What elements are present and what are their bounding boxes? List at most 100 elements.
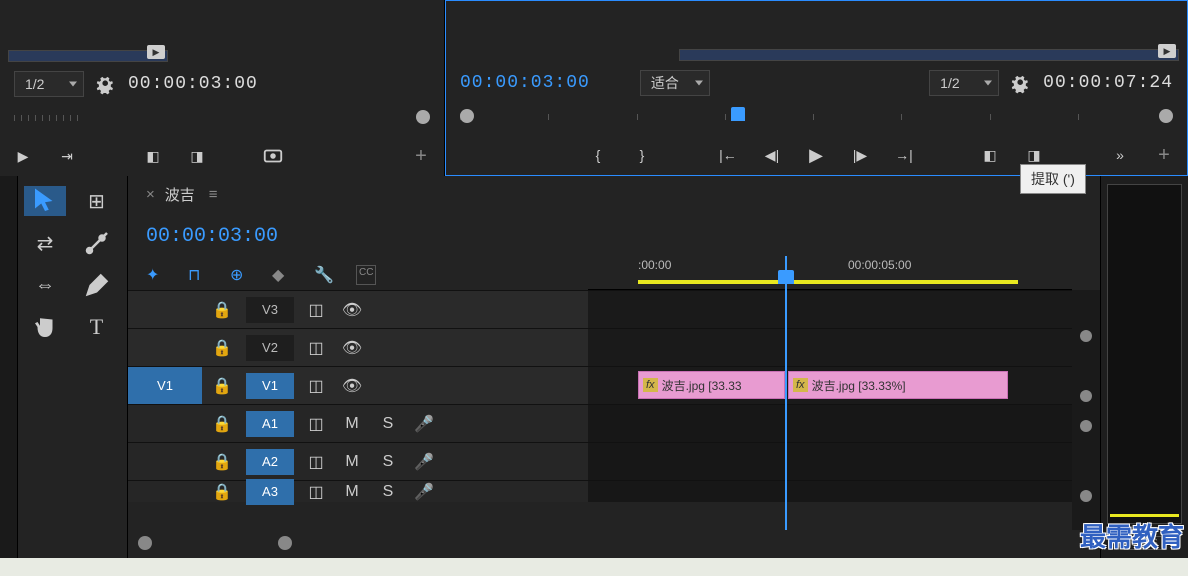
mark-in-icon[interactable]: ◧: [142, 145, 164, 167]
step-back-icon[interactable]: ◀|: [761, 144, 783, 166]
program-scrub-playhead[interactable]: [731, 107, 745, 121]
source-zoom-dropdown[interactable]: 1/2: [14, 71, 84, 97]
ruler-label: :00:00: [638, 258, 671, 272]
mark-in-icon[interactable]: {: [587, 144, 609, 166]
more-icon[interactable]: »: [1109, 144, 1131, 166]
voice-over-icon[interactable]: 🎤: [406, 452, 442, 472]
toggle-output-icon[interactable]: 👁: [334, 338, 370, 358]
mute-button[interactable]: M: [334, 415, 370, 433]
insert-icon[interactable]: ⇥: [56, 145, 78, 167]
vertical-scroll[interactable]: [1072, 290, 1100, 530]
sync-lock-icon[interactable]: ◫: [298, 338, 334, 358]
lock-icon[interactable]: 🔒: [202, 414, 242, 434]
scrub-knob-left[interactable]: [460, 109, 474, 123]
type-tool-icon[interactable]: T: [76, 312, 118, 342]
track-label-a3[interactable]: A3: [246, 479, 294, 505]
track-v1[interactable]: fx波吉.jpg [33.33 fx波吉.jpg [33.33%]: [588, 366, 1072, 404]
settings-icon[interactable]: 🔧: [314, 265, 334, 285]
ripple-tool-icon[interactable]: ⇄: [24, 228, 66, 258]
track-v3[interactable]: [588, 290, 1072, 328]
source-patch-v1[interactable]: V1: [128, 367, 202, 404]
go-in-icon[interactable]: |←: [717, 144, 739, 166]
track-label-v2[interactable]: V2: [246, 335, 294, 361]
step-fwd-icon[interactable]: |▶: [849, 144, 871, 166]
lock-icon[interactable]: 🔒: [202, 482, 242, 502]
add-button-icon[interactable]: +: [410, 145, 432, 167]
export-frame-icon[interactable]: [262, 145, 284, 167]
settings-icon[interactable]: [94, 72, 118, 96]
toggle-output-icon[interactable]: 👁: [334, 300, 370, 320]
track-headers: 🔒 V3 ◫ 👁 🔒 V2 ◫ 👁 V1 🔒: [128, 290, 588, 530]
hand-tool-icon[interactable]: [24, 312, 66, 342]
program-zoom-dropdown[interactable]: 1/2: [929, 70, 999, 96]
linked-selection-icon[interactable]: ⊕: [230, 265, 250, 285]
sync-lock-icon[interactable]: ◫: [298, 300, 334, 320]
track-label-a2[interactable]: A2: [246, 449, 294, 475]
lock-icon[interactable]: 🔒: [202, 452, 242, 472]
sync-lock-icon[interactable]: ◫: [298, 452, 334, 472]
track-label-v1[interactable]: V1: [246, 373, 294, 399]
pen-tool-icon[interactable]: [76, 270, 118, 300]
program-panel: ▶ 00:00:03:00 适合 1/2 00:00:07:24 { }: [445, 0, 1188, 176]
work-area-bar[interactable]: [638, 280, 1018, 284]
tab-menu-icon[interactable]: ≡: [209, 186, 218, 203]
program-scrub-bar[interactable]: [460, 105, 1173, 129]
rate-stretch-tool-icon[interactable]: ⇔: [24, 270, 66, 300]
horizontal-zoom-scroll[interactable]: [138, 534, 1090, 554]
play-icon[interactable]: ▶: [805, 144, 827, 166]
track-v2[interactable]: [588, 328, 1072, 366]
sync-lock-icon[interactable]: ◫: [298, 482, 334, 502]
sync-lock-icon[interactable]: ◫: [298, 376, 334, 396]
snap-icon[interactable]: ✦: [146, 265, 166, 285]
lock-icon[interactable]: 🔒: [202, 300, 242, 320]
mute-button[interactable]: M: [334, 453, 370, 471]
magnet-icon[interactable]: ⊓: [188, 265, 208, 285]
solo-button[interactable]: S: [370, 483, 406, 501]
mark-out-icon[interactable]: ◨: [186, 145, 208, 167]
close-tab-icon[interactable]: ×: [146, 186, 155, 203]
mark-out-icon[interactable]: }: [631, 144, 653, 166]
marker-icon[interactable]: ◆: [272, 265, 292, 285]
sequence-tab-label[interactable]: 波吉: [165, 184, 195, 205]
program-monitor[interactable]: ▶: [679, 49, 1179, 61]
timeline-playhead-timecode[interactable]: 00:00:03:00: [146, 225, 278, 248]
track-select-tool-icon[interactable]: ⊞: [76, 186, 118, 216]
program-fit-dropdown[interactable]: 适合: [640, 70, 710, 96]
selection-tool-icon[interactable]: [24, 186, 66, 216]
lock-icon[interactable]: 🔒: [202, 376, 242, 396]
time-ruler[interactable]: :00:00 00:00:05:00 00:00:10:00: [588, 256, 1072, 290]
clip-v1-1[interactable]: fx波吉.jpg [33.33: [638, 371, 785, 399]
track-a1[interactable]: [588, 404, 1072, 442]
play-icon[interactable]: ▶: [12, 145, 34, 167]
lift-icon[interactable]: ◧: [979, 144, 1001, 166]
go-out-icon[interactable]: →|: [893, 144, 915, 166]
solo-button[interactable]: S: [370, 415, 406, 433]
source-scrub-bar[interactable]: [14, 106, 430, 130]
razor-tool-icon[interactable]: [76, 228, 118, 258]
track-label-v3[interactable]: V3: [246, 297, 294, 323]
timeline-tracks[interactable]: :00:00 00:00:05:00 00:00:10:00 fx波吉.jpg …: [588, 256, 1072, 530]
source-monitor[interactable]: ▶: [8, 50, 168, 62]
settings-icon[interactable]: [1009, 71, 1033, 95]
lock-icon[interactable]: 🔒: [202, 338, 242, 358]
toggle-output-icon[interactable]: 👁: [334, 376, 370, 396]
scrub-knob[interactable]: [416, 110, 430, 124]
source-timecode[interactable]: 00:00:03:00: [128, 74, 258, 94]
voice-over-icon[interactable]: 🎤: [406, 482, 442, 502]
voice-over-icon[interactable]: 🎤: [406, 414, 442, 434]
track-label-a1[interactable]: A1: [246, 411, 294, 437]
scrub-knob-right[interactable]: [1159, 109, 1173, 123]
solo-button[interactable]: S: [370, 453, 406, 471]
add-button-icon[interactable]: +: [1153, 144, 1175, 166]
cc-icon[interactable]: CC: [356, 265, 376, 285]
mute-button[interactable]: M: [334, 483, 370, 501]
track-a2[interactable]: [588, 442, 1072, 480]
program-playhead-timecode[interactable]: 00:00:03:00: [460, 73, 590, 93]
track-a3[interactable]: [588, 480, 1072, 502]
playhead-line[interactable]: [785, 256, 787, 530]
extract-icon[interactable]: ◨: [1023, 144, 1045, 166]
clip-v1-2[interactable]: fx波吉.jpg [33.33%]: [788, 371, 1008, 399]
sync-lock-icon[interactable]: ◫: [298, 414, 334, 434]
program-duration-timecode[interactable]: 00:00:07:24: [1043, 73, 1173, 93]
meter-display: -12 -24 -36 dB: [1107, 184, 1182, 524]
